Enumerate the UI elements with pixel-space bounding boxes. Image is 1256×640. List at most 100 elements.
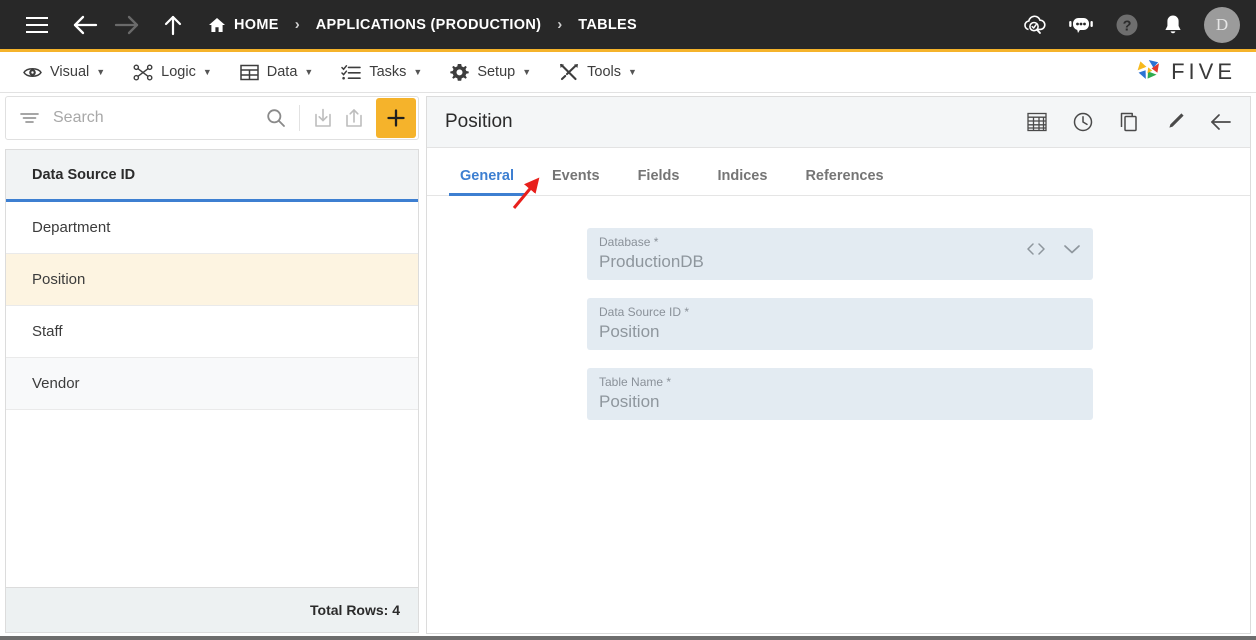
field-value: Position [599,322,660,341]
breadcrumb-label: HOME [234,16,279,33]
menu-item-label: Tasks [369,64,407,80]
menu-item-tasks[interactable]: Tasks ▼ [332,52,431,93]
hamburger-icon[interactable] [20,8,54,42]
application-window: HOME › APPLICATIONS (PRODUCTION) › TABLE… [0,0,1256,640]
sidebar-panel: Data Source ID Department Position Staff… [5,96,419,636]
export-icon[interactable] [339,108,371,129]
detail-tabs: General Events Fields Indices References [427,148,1250,196]
chevron-down-icon: ▼ [413,67,423,77]
back-arrow-icon[interactable] [68,8,102,42]
chevron-down-icon: ▼ [96,67,106,77]
menu-item-label: Data [266,64,298,80]
tab-events[interactable]: Events [541,168,611,195]
total-rows-label: Total Rows: 4 [6,587,418,632]
data-source-id-field[interactable]: Data Source ID * Position [587,298,1093,350]
table-name-field[interactable]: Table Name * Position [587,368,1093,420]
general-form: Database * ProductionDB Data Source ID *… [427,196,1250,633]
chevron-down-icon: ▼ [202,67,212,77]
chat-bot-icon[interactable] [1064,8,1098,42]
menu-item-setup[interactable]: Setup ▼ [441,52,540,93]
list-item-label: Department [32,219,111,236]
breadcrumb-item-applications[interactable]: APPLICATIONS (PRODUCTION) [316,17,542,33]
duplicate-icon[interactable] [1114,107,1144,137]
breadcrumb-label: TABLES [578,16,637,33]
tab-general[interactable]: General [449,168,525,196]
table-grid-icon[interactable] [1022,107,1052,137]
menu-item-label: Logic [161,64,196,80]
chevron-down-icon: ▼ [522,67,532,77]
table-grid-icon [240,64,259,81]
database-field-icons [1009,242,1081,256]
back-arrow-icon[interactable] [1206,107,1236,137]
search-input[interactable] [53,109,260,127]
code-brackets-icon[interactable] [1025,242,1047,256]
edit-pencil-icon[interactable] [1160,107,1190,137]
forward-arrow-icon[interactable] [110,8,144,42]
top-navigation-bar: HOME › APPLICATIONS (PRODUCTION) › TABLE… [0,0,1256,52]
toolbar-divider [298,105,300,131]
field-label: Data Source ID * [599,305,690,319]
checklist-icon [341,64,362,81]
tab-indices[interactable]: Indices [706,168,778,195]
tab-references[interactable]: References [794,168,894,195]
breadcrumb-label: APPLICATIONS (PRODUCTION) [315,16,542,33]
add-button[interactable] [376,98,416,138]
eye-icon [23,65,42,80]
menu-item-label: Visual [50,64,90,80]
field-label: Database * [599,235,659,249]
chevron-down-icon: ▼ [304,67,314,77]
avatar[interactable]: D [1204,6,1240,43]
menu-item-logic[interactable]: Logic ▼ [124,52,221,93]
menu-item-label: Tools [587,64,621,80]
five-brand-logo: FIVE [1134,58,1236,86]
list-item-department[interactable]: Department [6,202,418,254]
field-value: ProductionDB [599,252,704,271]
chevron-down-icon: ▼ [628,67,637,77]
breadcrumb: HOME › APPLICATIONS (PRODUCTION) › TABLE… [208,16,637,33]
filter-icon[interactable] [20,111,39,125]
list-item-position[interactable]: Position [6,254,418,306]
field-value: Position [599,392,660,411]
breadcrumb-separator: › [294,16,300,33]
detail-panel: Position General Events Fields Indices R… [426,96,1251,634]
page-title: Position [445,111,513,132]
logic-nodes-icon [133,64,153,81]
breadcrumb-item-tables[interactable]: TABLES [578,17,637,33]
menu-item-data[interactable]: Data ▼ [231,52,323,93]
menu-item-visual[interactable]: Visual ▼ [14,52,114,93]
list-item-vendor[interactable]: Vendor [6,358,418,410]
detail-panel-header: Position [427,97,1250,148]
list-column-header[interactable]: Data Source ID [6,150,418,202]
detail-panel-toolbar [1006,107,1236,137]
menu-item-label: Setup [477,64,516,80]
pinwheel-icon [1137,60,1160,79]
field-label: Table Name * [599,375,672,389]
tab-fields[interactable]: Fields [627,168,691,195]
list-item-staff[interactable]: Staff [6,306,418,358]
tools-wrench-icon [559,63,579,81]
up-arrow-icon[interactable] [156,8,190,42]
gear-icon [450,63,470,82]
history-clock-icon[interactable] [1068,107,1098,137]
list-item-label: Staff [32,323,63,340]
import-icon[interactable] [307,108,339,129]
horizontal-scrollbar[interactable] [0,636,1256,640]
database-field[interactable]: Database * ProductionDB [587,228,1093,280]
chevron-down-icon[interactable] [1063,243,1081,255]
breadcrumb-separator: › [557,16,563,33]
search-icon[interactable] [260,108,292,128]
help-icon[interactable]: ? [1110,8,1144,42]
menu-item-tools[interactable]: Tools ▼ [550,52,646,93]
notifications-bell-icon[interactable] [1156,8,1190,42]
search-bar [5,96,419,140]
list-rows: Department Position Staff Vendor [6,202,418,587]
home-icon [208,17,226,33]
list-item-label: Vendor [32,375,80,392]
brand-name: FIVE [1171,59,1236,84]
cloud-search-icon[interactable] [1018,8,1052,42]
top-bar-actions: ? D [1006,6,1256,43]
list-item-label: Position [32,271,86,288]
data-source-list: Data Source ID Department Position Staff… [5,149,419,633]
breadcrumb-item-home[interactable]: HOME [208,17,279,33]
main-menu-bar: Visual ▼ Logic ▼ Data ▼ Tasks ▼ Setup ▼ … [0,52,1256,93]
